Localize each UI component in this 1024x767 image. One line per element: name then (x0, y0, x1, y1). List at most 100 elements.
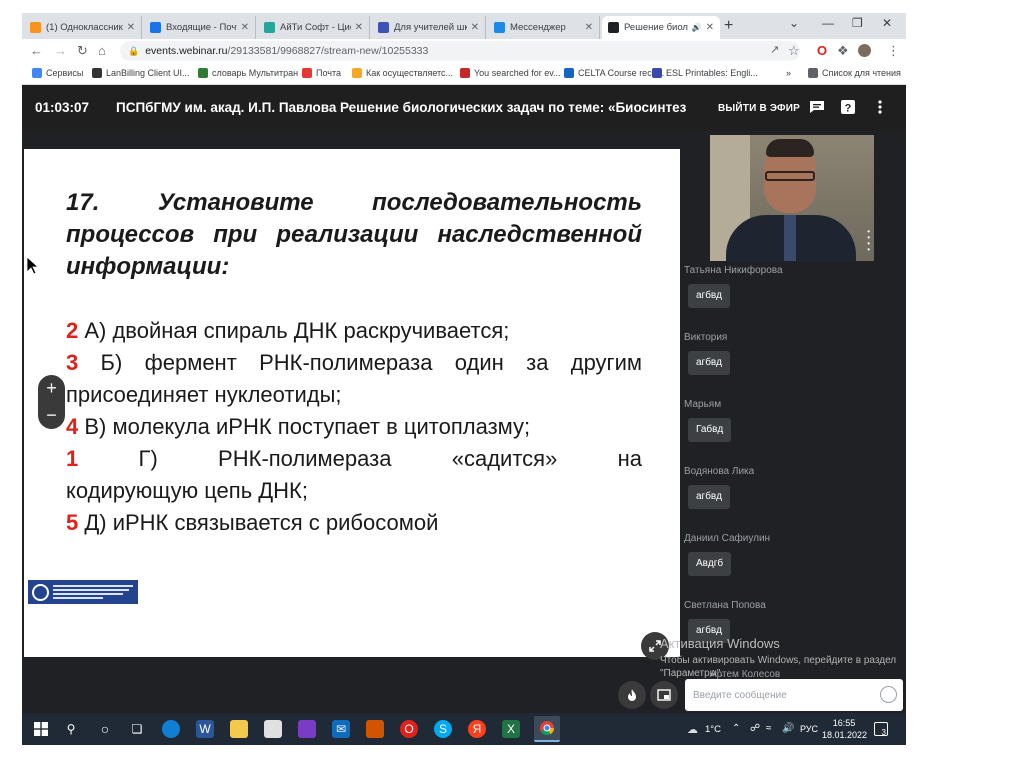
store-icon[interactable] (264, 720, 282, 738)
bookmark-star-icon[interactable]: ☆ (788, 43, 800, 59)
more-bookmarks-button[interactable]: » (786, 68, 791, 78)
answer-order-number: 1 (66, 446, 79, 471)
reload-icon[interactable]: ↻ (77, 43, 88, 59)
bookmark-item[interactable]: You searched for ev... (460, 68, 561, 78)
chat-icon[interactable] (808, 98, 826, 116)
search-result-icon (460, 68, 470, 78)
minimize-icon[interactable]: — (822, 16, 834, 30)
network-icon[interactable]: ☍ (750, 723, 760, 734)
url-host: events.webinar.ru (145, 45, 228, 57)
mail-icon (302, 68, 312, 78)
browser-tab[interactable]: Входящие - Почта ✕ (144, 16, 256, 39)
volume-icon[interactable]: 🔊 (782, 723, 794, 734)
word-icon[interactable]: W (196, 720, 214, 738)
video-menu-icon[interactable]: • • • • (867, 228, 870, 254)
media-app-icon[interactable] (366, 720, 384, 738)
close-tab-icon[interactable]: ✕ (241, 22, 249, 33)
slide-body-line: 2 А) двойная спираль ДНК раскручивается; (66, 315, 642, 347)
browser-tab[interactable]: АйТи Софт - Цифр ✕ (258, 16, 370, 39)
file-explorer-icon[interactable] (230, 720, 248, 738)
bookmark-item[interactable]: CELTA Course reco... (564, 68, 664, 78)
task-view-icon[interactable]: ❏ (128, 720, 146, 738)
slide-body-line: 4 В) молекула иРНК поступает в цитоплазм… (66, 411, 642, 443)
close-window-icon[interactable]: ✕ (882, 16, 892, 30)
weather-icon[interactable]: ☁ (687, 723, 698, 736)
browser-tab[interactable]: Мессенджер ✕ (488, 16, 600, 39)
cortana-icon[interactable]: ○ (96, 720, 114, 738)
tab-title: Мессенджер (510, 22, 566, 33)
bookmark-label: Как осуществляетс... (366, 68, 454, 78)
menu-dots-icon[interactable]: ⋮ (887, 43, 900, 59)
celta-icon (564, 68, 574, 78)
chat-bubble: Габвд (688, 418, 732, 442)
help-icon[interactable]: ? (839, 98, 857, 116)
tray-chevron-icon[interactable]: ⌃ (732, 723, 740, 734)
mail-app-icon[interactable]: ✉ (332, 720, 350, 738)
share-icon[interactable]: ↗ (770, 43, 779, 56)
lanbilling-icon (92, 68, 102, 78)
slide-body-line: кодирующую цепь ДНК; (66, 475, 642, 507)
more-vertical-icon[interactable] (871, 98, 889, 116)
extensions-icon[interactable]: ❖ (837, 43, 849, 59)
zoom-in-button[interactable]: + (38, 375, 65, 402)
bookmark-item[interactable]: ESL Printables: Engli... (652, 68, 758, 78)
address-bar[interactable]: 🔒 events.webinar.ru/29133581/9968827/str… (120, 41, 800, 61)
skype-icon[interactable]: S (434, 720, 452, 738)
chat-message: Марьям Габвд (684, 399, 732, 442)
close-tab-icon[interactable]: ✕ (706, 22, 714, 33)
bookmark-item[interactable]: Список для чтения (808, 68, 901, 78)
profile-avatar-icon[interactable] (858, 44, 871, 57)
new-tab-button[interactable]: + (724, 17, 733, 35)
bookmark-item[interactable]: Как осуществляетс... (352, 68, 453, 78)
language-indicator[interactable]: РУС (800, 724, 818, 734)
bookmark-item[interactable]: LanBilling Client UI... (92, 68, 190, 78)
chat-message: Виктория агбвд (684, 332, 730, 375)
chat-author: Светлана Попова (684, 600, 766, 611)
screen: (1) Одноклассники✕Входящие - Почта✕АйТи … (22, 13, 906, 745)
webinar-header: 01:03:07 ПСПбГМУ им. акад. И.П. Павлова … (22, 85, 906, 131)
close-tab-icon[interactable]: ✕ (471, 22, 479, 33)
bookmarks-bar: Сервисы LanBilling Client UI... словарь Му… (22, 63, 906, 85)
bookmark-label: You searched for ev... (474, 68, 561, 78)
search-icon[interactable]: ⚲ (62, 720, 80, 738)
tab-search-icon[interactable]: ⌄ (789, 16, 799, 30)
layout-button[interactable] (650, 681, 678, 709)
chrome-taskbar-icon[interactable] (534, 716, 560, 742)
zoom-out-button[interactable]: − (38, 402, 65, 429)
bookmark-item[interactable]: словарь Мультитран (198, 68, 298, 78)
bookmark-item[interactable]: Сервисы (32, 68, 83, 78)
document-icon (378, 22, 389, 33)
windows-start-icon[interactable] (32, 720, 50, 738)
notifications-icon[interactable]: 3 (874, 722, 888, 737)
notifications-count: 3 (881, 728, 886, 737)
browser-tab[interactable]: Для учителей школ ✕ (372, 16, 486, 39)
save-app-icon[interactable] (298, 720, 316, 738)
browser-tab[interactable]: (1) Одноклассники ✕ (24, 16, 142, 39)
presentation-stage: 17. Установите последовательность процесс… (22, 131, 682, 701)
go-live-button[interactable]: ВЫЙТИ В ЭФИР (718, 103, 800, 114)
back-icon[interactable]: ← (30, 43, 43, 58)
close-tab-icon[interactable]: ✕ (127, 22, 135, 33)
bookmark-item[interactable]: Почта (302, 68, 341, 78)
emoji-icon[interactable] (880, 686, 897, 703)
wifi-icon[interactable]: ≈ (766, 723, 772, 734)
opera-icon[interactable]: O (817, 43, 827, 58)
slide-body-text: А) двойная спираль ДНК раскручивается; (78, 318, 510, 343)
chat-message-input[interactable] (693, 689, 869, 701)
edge-icon[interactable] (162, 720, 180, 738)
browser-toolbar: ← → ↻ ⌂ 🔒 events.webinar.ru/29133581/996… (22, 39, 906, 63)
close-tab-icon[interactable]: ✕ (585, 22, 593, 33)
excel-icon[interactable]: X (502, 720, 520, 738)
reaction-button[interactable] (618, 681, 646, 709)
bookmark-label: LanBilling Client UI... (106, 68, 190, 78)
forward-icon[interactable]: → (54, 43, 67, 58)
close-tab-icon[interactable]: ✕ (355, 22, 363, 33)
opera-taskbar-icon[interactable]: O (400, 720, 418, 738)
home-icon[interactable]: ⌂ (98, 43, 106, 58)
audio-playing-icon[interactable]: 🔊 (692, 23, 702, 32)
yandex-icon[interactable]: Я (468, 720, 486, 738)
system-clock[interactable]: 16:55 18.01.2022 (822, 717, 867, 741)
restore-icon[interactable]: ❐ (852, 16, 863, 30)
reading-list-icon (808, 68, 818, 78)
browser-tab[interactable]: Решение биол 🔊 ✕ (602, 16, 720, 39)
